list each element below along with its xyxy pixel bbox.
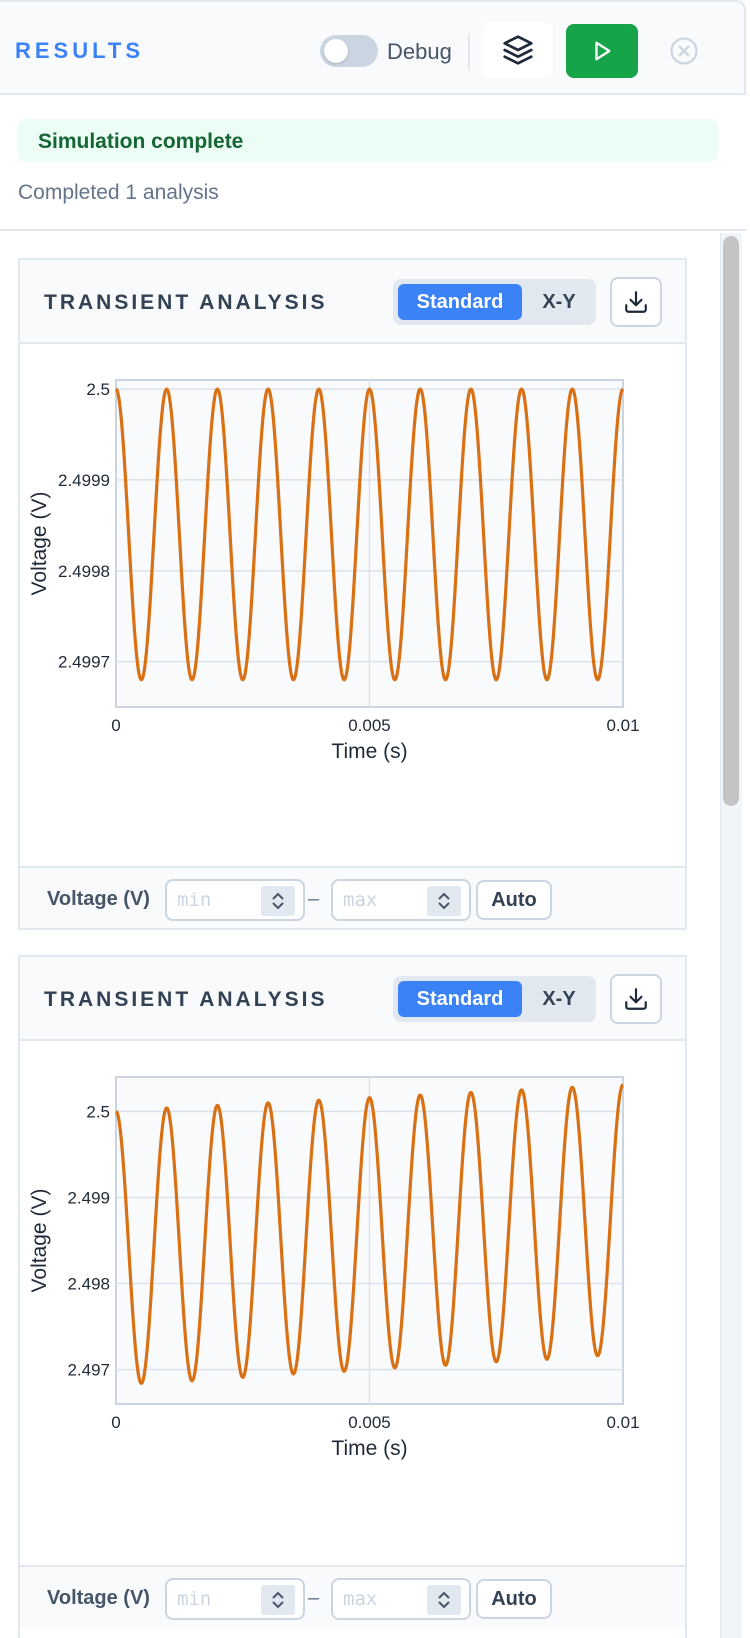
x-tick-label: 0 bbox=[111, 716, 120, 735]
x-tick-label: 0.005 bbox=[348, 716, 391, 735]
close-circle-icon bbox=[670, 37, 698, 65]
y-tick-label: 2.497 bbox=[67, 1361, 110, 1380]
download-icon bbox=[625, 291, 647, 313]
download-button[interactable] bbox=[610, 277, 662, 327]
card-header: TRANSIENT ANALYSIS Standard X-Y bbox=[20, 957, 685, 1041]
y-tick-label: 2.5 bbox=[86, 380, 110, 399]
chevron-down-icon bbox=[438, 902, 450, 910]
range-dash: – bbox=[308, 888, 320, 910]
layers-button[interactable] bbox=[483, 22, 553, 78]
range-dash: – bbox=[308, 1587, 320, 1609]
layers-icon bbox=[503, 35, 533, 65]
y-min-stepper[interactable] bbox=[261, 1585, 295, 1615]
header-divider bbox=[468, 34, 470, 70]
x-tick-label: 0.01 bbox=[606, 716, 639, 735]
xy-mode-button[interactable]: X-Y bbox=[527, 284, 591, 320]
y-tick-label: 2.4997 bbox=[58, 653, 110, 672]
y-max-input[interactable] bbox=[331, 879, 471, 921]
y-max-field[interactable] bbox=[343, 1586, 423, 1612]
chart-area: 2.5 2.4999 2.4998 2.4997 0 0.005 0.01 Time (s) V… bbox=[20, 344, 685, 866]
card-title: TRANSIENT ANALYSIS bbox=[44, 291, 328, 314]
x-tick-label: 0.005 bbox=[348, 1413, 391, 1432]
results-panel: RESULTS Debug Simulation complete Comple… bbox=[0, 0, 750, 1638]
y-min-input[interactable] bbox=[165, 1578, 305, 1620]
y-range-controls: Voltage (V) – Auto bbox=[20, 866, 685, 928]
chart-area: 2.5 2.499 2.498 2.497 0 0.005 0.01 Time (s) Volt… bbox=[20, 1041, 685, 1565]
debug-toggle[interactable] bbox=[320, 35, 378, 67]
auto-range-button[interactable]: Auto bbox=[476, 1579, 552, 1619]
results-header: RESULTS Debug bbox=[0, 0, 746, 95]
x-tick-label: 0.01 bbox=[606, 1413, 639, 1432]
toggle-knob bbox=[324, 39, 348, 63]
view-mode-toggle: Standard X-Y bbox=[393, 279, 596, 325]
y-tick-label: 2.498 bbox=[67, 1275, 110, 1294]
chevron-down-icon bbox=[438, 1601, 450, 1609]
chevron-down-icon bbox=[272, 902, 284, 910]
x-axis-label: Time (s) bbox=[331, 1437, 407, 1460]
y-max-field[interactable] bbox=[343, 887, 423, 913]
y-min-input[interactable] bbox=[165, 879, 305, 921]
y-min-field[interactable] bbox=[177, 1586, 257, 1612]
xy-mode-button[interactable]: X-Y bbox=[527, 981, 591, 1017]
card-header: TRANSIENT ANALYSIS Standard X-Y bbox=[20, 260, 685, 344]
y-max-stepper[interactable] bbox=[427, 1585, 461, 1615]
y-min-stepper[interactable] bbox=[261, 886, 295, 916]
standard-mode-button[interactable]: Standard bbox=[398, 981, 522, 1017]
transient-chart[interactable]: 2.5 2.4999 2.4998 2.4997 0 0.005 0.01 Time (s) V… bbox=[20, 344, 685, 866]
y-tick-label: 2.499 bbox=[67, 1188, 110, 1207]
chevron-up-icon bbox=[438, 1591, 450, 1599]
chevron-down-icon bbox=[272, 1601, 284, 1609]
transient-analysis-card: TRANSIENT ANALYSIS Standard X-Y 2.5 2.499… bbox=[18, 258, 687, 930]
y-range-label: Voltage (V) bbox=[47, 1587, 150, 1609]
y-range-controls: Voltage (V) – Auto bbox=[20, 1565, 685, 1627]
y-axis-label: Voltage (V) bbox=[28, 492, 51, 596]
y-tick-label: 2.4999 bbox=[58, 471, 110, 490]
transient-chart[interactable]: 2.5 2.499 2.498 2.497 0 0.005 0.01 Time (s) Volt… bbox=[20, 1041, 685, 1565]
results-title: RESULTS bbox=[15, 38, 145, 63]
y-range-label: Voltage (V) bbox=[47, 888, 150, 910]
y-max-stepper[interactable] bbox=[427, 886, 461, 916]
transient-analysis-card: TRANSIENT ANALYSIS Standard X-Y 2.5 2.499… bbox=[18, 955, 687, 1638]
close-results-button[interactable] bbox=[668, 35, 700, 67]
status-text: Simulation complete bbox=[38, 130, 244, 153]
x-tick-label: 0 bbox=[111, 1413, 120, 1432]
standard-mode-button[interactable]: Standard bbox=[398, 284, 522, 320]
run-simulation-button[interactable] bbox=[566, 24, 638, 78]
chevron-up-icon bbox=[438, 892, 450, 900]
status-divider bbox=[0, 229, 746, 231]
y-axis-label: Voltage (V) bbox=[28, 1189, 51, 1293]
download-button[interactable] bbox=[610, 974, 662, 1024]
x-axis-label: Time (s) bbox=[331, 740, 407, 763]
y-min-field[interactable] bbox=[177, 887, 257, 913]
y-tick-label: 2.5 bbox=[86, 1102, 110, 1121]
status-summary: Completed 1 analysis bbox=[18, 181, 219, 204]
chevron-up-icon bbox=[272, 892, 284, 900]
y-tick-label: 2.4998 bbox=[58, 562, 110, 581]
auto-range-button[interactable]: Auto bbox=[476, 880, 552, 920]
play-icon bbox=[595, 41, 611, 61]
view-mode-toggle: Standard X-Y bbox=[393, 976, 596, 1022]
download-icon bbox=[625, 988, 647, 1010]
chevron-up-icon bbox=[272, 1591, 284, 1599]
card-title: TRANSIENT ANALYSIS bbox=[44, 988, 328, 1011]
y-max-input[interactable] bbox=[331, 1578, 471, 1620]
debug-label: Debug bbox=[387, 39, 452, 64]
scrollbar-thumb[interactable] bbox=[723, 236, 739, 806]
status-banner: Simulation complete bbox=[18, 119, 718, 162]
